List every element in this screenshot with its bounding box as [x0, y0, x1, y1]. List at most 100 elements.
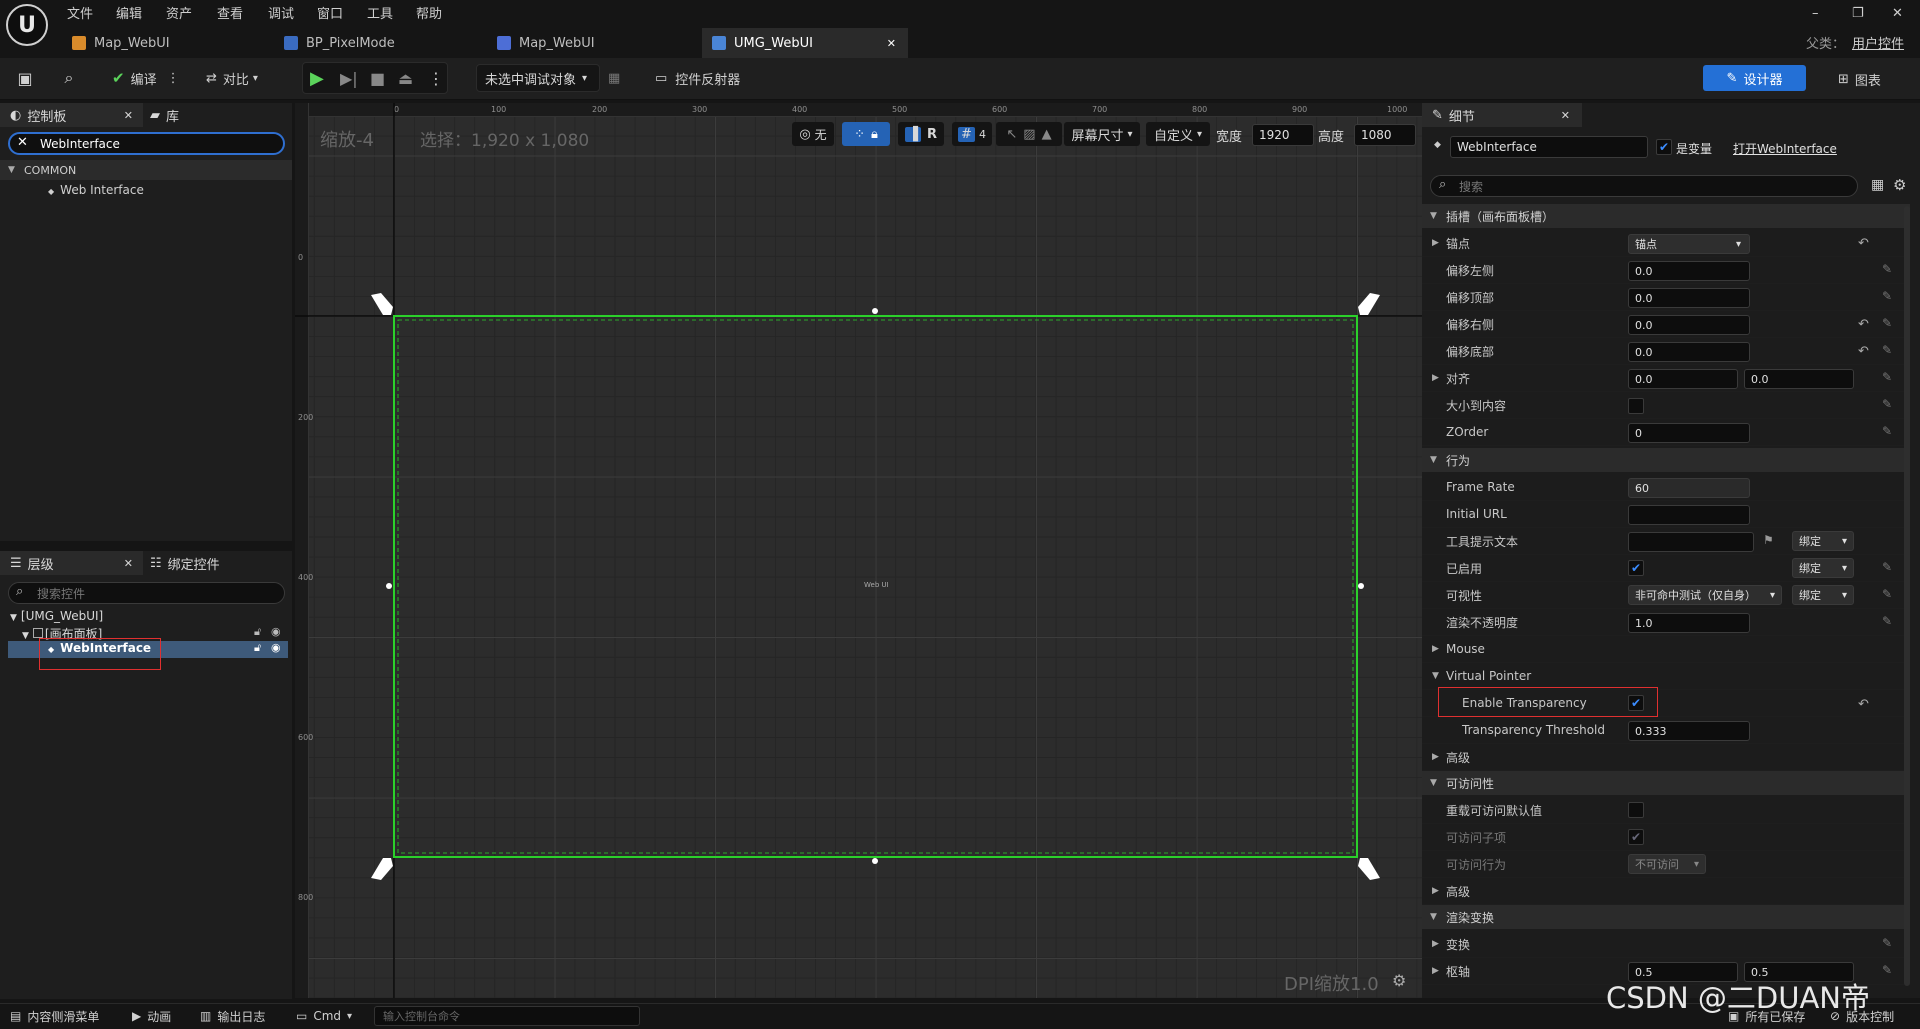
palette-search-input[interactable]: ✕ WebInterface: [8, 132, 285, 155]
visibility-eye-icon[interactable]: ◉: [271, 625, 281, 638]
offset-top-input[interactable]: 0.0: [1628, 288, 1750, 308]
render-opacity-input[interactable]: 1.0: [1628, 613, 1750, 633]
reset-default-icon[interactable]: ↶: [1858, 236, 1869, 251]
section-behavior[interactable]: ▼ 行为: [1422, 448, 1910, 472]
menu-help[interactable]: 帮助: [416, 3, 442, 22]
lock-icon[interactable]: 🔓︎: [254, 625, 261, 639]
play-icon[interactable]: ▶: [310, 64, 324, 92]
clear-search-icon[interactable]: ✕: [17, 135, 28, 150]
anchor-handle-top-left[interactable]: [371, 293, 393, 315]
override-accessible-checkbox[interactable]: [1628, 802, 1644, 818]
console-input[interactable]: 输入控制台命令: [374, 1006, 640, 1026]
settings-gear-icon[interactable]: ⚙: [1893, 176, 1906, 194]
graph-button[interactable]: ⊞ 图表: [1838, 65, 1881, 93]
open-webinterface-link[interactable]: 打开WebInterface: [1733, 140, 1837, 157]
tooltip-input[interactable]: [1628, 532, 1754, 552]
menu-file[interactable]: 文件: [67, 3, 93, 22]
binding-pen-icon[interactable]: ✎: [1882, 370, 1892, 384]
designer-button[interactable]: ✎ 设计器: [1703, 65, 1806, 91]
enabled-checkbox[interactable]: ✔: [1628, 560, 1644, 576]
close-window-icon[interactable]: ✕: [1892, 6, 1903, 21]
parent-class-link[interactable]: 用户控件: [1852, 33, 1904, 52]
collapse-icon[interactable]: ▶: [1432, 238, 1439, 248]
maximize-icon[interactable]: ❐: [1852, 6, 1864, 21]
debug-target-select[interactable]: 未选中调试对象 ▾: [476, 64, 600, 92]
section-slot[interactable]: ▼ 插槽（画布面板槽）: [1422, 204, 1910, 228]
row-advanced-2[interactable]: ▶ 高级: [1422, 878, 1910, 905]
eject-icon[interactable]: ⏏: [398, 64, 413, 92]
hierarchy-root[interactable]: ▼ [UMG_WebUI]: [10, 609, 103, 623]
binding-pen-icon[interactable]: ✎: [1882, 614, 1892, 628]
reset-default-icon[interactable]: ↶: [1858, 317, 1869, 332]
menu-window[interactable]: 窗口: [317, 3, 343, 22]
row-advanced[interactable]: ▶ 高级: [1422, 744, 1910, 771]
compile-button[interactable]: ✔ 编译 ⋮: [112, 64, 180, 92]
binding-pen-icon[interactable]: ✎: [1882, 397, 1892, 411]
collapse-icon[interactable]: ▶: [1432, 939, 1439, 949]
unreal-logo-icon[interactable]: U: [6, 4, 48, 46]
visibility-select[interactable]: 非可命中测试（仅自身） ▾: [1628, 585, 1782, 605]
binding-pen-icon[interactable]: ✎: [1882, 424, 1892, 438]
menu-tools[interactable]: 工具: [367, 3, 393, 22]
visibility-bind-select[interactable]: 绑定 ▾: [1792, 585, 1854, 605]
resize-handle-left[interactable]: [386, 583, 392, 589]
tab-hierarchy[interactable]: ☰ 层级 ✕: [0, 551, 143, 575]
close-tab-icon[interactable]: ✕: [887, 37, 896, 50]
palette-item-web-interface[interactable]: ◆ Web Interface: [48, 183, 144, 197]
close-panel-icon[interactable]: ✕: [124, 109, 133, 122]
diff-button[interactable]: ⇄ 对比 ▾: [206, 64, 258, 92]
size-to-content-checkbox[interactable]: [1628, 398, 1644, 414]
widget-reflector-button[interactable]: ▭ 控件反射器: [655, 64, 740, 92]
visibility-eye-icon[interactable]: ◉: [271, 641, 281, 654]
anchor-handle-bottom-left[interactable]: [371, 858, 393, 880]
reset-default-icon[interactable]: ↶: [1858, 344, 1869, 359]
tab-umg-webui[interactable]: UMG_WebUI ✕: [702, 28, 908, 58]
tab-map-webui-2[interactable]: Map_WebUI: [497, 28, 697, 58]
collapse-icon[interactable]: ▶: [1432, 966, 1439, 976]
initial-url-input[interactable]: [1628, 505, 1750, 525]
binding-pen-icon[interactable]: ✎: [1882, 936, 1892, 950]
menu-debug[interactable]: 调试: [268, 3, 294, 22]
menu-view[interactable]: 查看: [217, 3, 243, 22]
widget-name-input[interactable]: WebInterface: [1450, 136, 1648, 158]
tab-map-webui[interactable]: Map_WebUI: [72, 28, 272, 58]
row-mouse[interactable]: ▶ Mouse: [1422, 636, 1910, 663]
details-scrollbar[interactable]: [1904, 206, 1910, 986]
collapse-icon[interactable]: ▶: [1432, 373, 1439, 383]
minimize-icon[interactable]: –: [1812, 6, 1819, 21]
resize-handle-top[interactable]: [872, 308, 878, 314]
resize-handle-bottom[interactable]: [872, 858, 878, 864]
flag-icon[interactable]: ⚑: [1763, 533, 1774, 547]
enabled-bind-select[interactable]: 绑定 ▾: [1792, 558, 1854, 578]
details-search-input[interactable]: ⌕ 搜索: [1430, 175, 1858, 197]
tab-palette[interactable]: ◐ 控制板 ✕: [0, 103, 143, 127]
binding-pen-icon[interactable]: ✎: [1882, 560, 1892, 574]
hierarchy-search-input[interactable]: ⌕ 搜索控件: [8, 582, 285, 604]
palette-category[interactable]: ▼ COMMON: [0, 160, 292, 180]
binding-pen-icon[interactable]: ✎: [1882, 963, 1892, 977]
binding-pen-icon[interactable]: ✎: [1882, 587, 1892, 601]
offset-right-input[interactable]: 0.0: [1628, 315, 1750, 335]
close-panel-icon[interactable]: ✕: [1561, 109, 1570, 122]
row-virtual-pointer[interactable]: ▼ Virtual Pointer: [1422, 663, 1910, 690]
alignment-y-input[interactable]: 0.0: [1744, 369, 1854, 389]
content-drawer-button[interactable]: ▤ 内容侧滑菜单: [10, 1003, 99, 1029]
dpi-settings-gear-icon[interactable]: ⚙: [1392, 971, 1406, 990]
offset-bottom-input[interactable]: 0.0: [1628, 342, 1750, 362]
alignment-x-input[interactable]: 0.0: [1628, 369, 1738, 389]
output-log-button[interactable]: ▥ 输出日志: [200, 1003, 265, 1029]
menu-edit[interactable]: 编辑: [116, 3, 142, 22]
debug-find-icon[interactable]: ▦: [608, 64, 620, 92]
reset-default-icon[interactable]: ↶: [1858, 697, 1869, 712]
anchor-handle-bottom-right[interactable]: [1358, 858, 1380, 880]
section-render-transform[interactable]: ▼ 渲染变换: [1422, 905, 1910, 929]
save-icon[interactable]: ▣: [14, 64, 36, 92]
section-accessibility[interactable]: ▼ 可访问性: [1422, 771, 1910, 795]
play-options-icon[interactable]: ⋮: [428, 64, 444, 92]
transparency-threshold-input[interactable]: 0.333: [1628, 721, 1750, 741]
zorder-input[interactable]: 0: [1628, 423, 1750, 443]
tooltip-bind-select[interactable]: 绑定 ▾: [1792, 531, 1854, 551]
step-icon[interactable]: ▶|: [340, 64, 358, 92]
frame-rate-input[interactable]: 60: [1628, 478, 1750, 498]
animation-button[interactable]: ▶ 动画: [132, 1003, 171, 1029]
